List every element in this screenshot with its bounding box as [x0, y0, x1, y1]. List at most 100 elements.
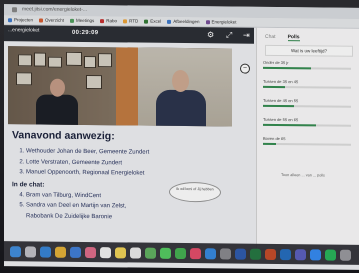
spotify-icon[interactable] — [325, 249, 336, 261]
bookmark-item[interactable]: Excel — [144, 19, 161, 24]
tab-chat[interactable]: Chat — [265, 34, 276, 41]
poll-option[interactable]: Tussen de 35 en 45 — [263, 79, 353, 94]
wall-frame — [98, 53, 112, 68]
participant-1-head — [50, 78, 65, 97]
safari-icon[interactable] — [40, 246, 51, 258]
poll-option[interactable]: Tussen de 45 en 55 — [263, 98, 353, 113]
bookmark-item[interactable]: Afbeeldingen — [167, 19, 200, 24]
orange-panel — [116, 47, 138, 126]
bookmark-icon — [39, 18, 44, 23]
chrome-icon[interactable] — [55, 246, 66, 258]
poll-option-fill — [263, 123, 316, 127]
bookmark-item[interactable]: Overzicht — [39, 18, 64, 23]
poll-option-fill — [263, 66, 312, 70]
poll-option-label: Tussen de 45 en 55 — [263, 97, 299, 104]
poll-option-label: Onder de 35 jr — [263, 59, 289, 66]
gear-icon[interactable]: ⚙ — [207, 30, 214, 39]
wall-frame — [48, 56, 62, 68]
settings-icon[interactable] — [220, 247, 231, 260]
list-item-continuation: Rabobank De Zuidelijke Baronie — [26, 212, 113, 220]
bookmark-icon — [205, 19, 210, 24]
dock — [4, 241, 359, 265]
lock-icon — [12, 7, 17, 13]
attendees-list: Wethouder Johan de Beer, Gemeente Zunder… — [8, 146, 254, 180]
calendar-icon[interactable] — [100, 246, 111, 258]
minus-icon[interactable]: − — [240, 63, 250, 74]
facetime-icon[interactable] — [175, 247, 186, 259]
mail-icon[interactable] — [70, 246, 81, 258]
poll-option[interactable]: Tussen de 55 en 65 — [263, 117, 353, 132]
bookmark-item[interactable]: Meetings — [70, 18, 94, 23]
bookmark-label: Projecten — [14, 17, 34, 23]
poll-option[interactable]: Boven de 65 — [263, 136, 353, 151]
poll-question: Wat is uw leeftijd? — [290, 48, 328, 54]
bookmark-item[interactable]: RTD — [123, 18, 139, 24]
attendees-heading: Vanavond aanwezig: — [12, 129, 115, 143]
music-icon[interactable] — [190, 247, 201, 259]
poll-option-label: Tussen de 35 en 45 — [263, 78, 299, 85]
tab-polls[interactable]: Polls — [287, 34, 300, 42]
maps-icon[interactable] — [145, 247, 156, 259]
bookmark-label: Overzicht — [45, 17, 65, 23]
meeting-timer: 00:29:09 — [72, 29, 99, 37]
exit-icon[interactable]: ⇥ — [243, 31, 250, 40]
meeting-header: ...energieloket 00:29:09 ⚙ ⤢ ⇥ — [4, 25, 254, 44]
bookmark-icon — [167, 19, 172, 24]
poll-option-fill — [263, 85, 285, 89]
poll-option-label: Tussen de 55 en 65 — [263, 116, 299, 123]
launchpad-icon[interactable] — [25, 245, 36, 257]
bookmark-icon — [100, 18, 105, 23]
poll-option-fill — [263, 142, 277, 145]
list-item: Manuel Oppenoorth, Regionaal Energieloke… — [26, 167, 254, 180]
wall-frame — [84, 55, 96, 69]
bookmark-item[interactable]: Rabo — [100, 18, 117, 23]
teams-icon[interactable] — [295, 248, 306, 260]
poll-panel: Chat Polls Wat is uw leeftijd? Onder de … — [256, 27, 359, 249]
wall-frame — [66, 51, 82, 66]
word-icon[interactable] — [235, 248, 246, 260]
poll-footer: Toon alleen ... van ... polls — [281, 173, 325, 178]
wall-frame — [16, 72, 32, 86]
poll-option-bar — [263, 66, 351, 70]
slide-content: Vanavond aanwezig: Wethouder Johan de Be… — [8, 129, 254, 224]
screen: meet.jitsi.com/energieloket-... Projecte… — [4, 4, 359, 270]
zoom-icon[interactable] — [310, 248, 321, 260]
poll-option-bar — [263, 123, 351, 127]
bookmark-label: RTD — [129, 18, 139, 24]
messages-icon[interactable] — [160, 247, 171, 259]
wall-frame — [86, 74, 102, 90]
poll-option-bar — [263, 104, 351, 108]
speech-bubble: Ik wil lerni of Jij hebben — [169, 181, 221, 203]
photos-icon[interactable] — [85, 246, 96, 258]
wall-frame — [18, 54, 32, 67]
bookmark-item[interactable]: Energieloket — [205, 19, 237, 25]
participant-2 — [156, 89, 206, 127]
url-text[interactable]: meet.jitsi.com/energieloket-... — [22, 6, 87, 13]
bookmark-label: Energieloket — [211, 19, 237, 25]
poll-option-label: Boven de 65 — [263, 135, 286, 142]
bookmark-label: Excel — [150, 18, 162, 24]
panel-tabs: Chat Polls — [265, 34, 300, 42]
trash-icon[interactable] — [340, 249, 351, 261]
expand-icon[interactable]: ⤢ — [226, 30, 232, 39]
finder-icon[interactable] — [10, 245, 21, 257]
appstore-icon[interactable] — [205, 247, 216, 259]
bookmark-icon — [123, 18, 128, 23]
poll-option-bar — [263, 85, 351, 89]
participant-2-head — [172, 69, 189, 93]
reminders-icon[interactable] — [130, 246, 141, 259]
video-feed — [8, 46, 232, 127]
poll-option[interactable]: Onder de 35 jr — [263, 60, 353, 75]
participant-1 — [36, 94, 78, 127]
wall-frame — [34, 52, 46, 67]
bookmark-icon — [70, 18, 75, 23]
bookmark-label: Rabo — [106, 18, 118, 24]
bookmark-icon — [144, 19, 149, 24]
excel-icon[interactable] — [250, 248, 261, 260]
notes-icon[interactable] — [115, 246, 126, 258]
powerpoint-icon[interactable] — [265, 248, 276, 260]
bookmark-label: Meetings — [76, 17, 95, 24]
bookmark-item[interactable]: Projecten — [8, 17, 33, 22]
outlook-icon[interactable] — [280, 248, 291, 260]
poll-option-bar — [263, 142, 351, 146]
